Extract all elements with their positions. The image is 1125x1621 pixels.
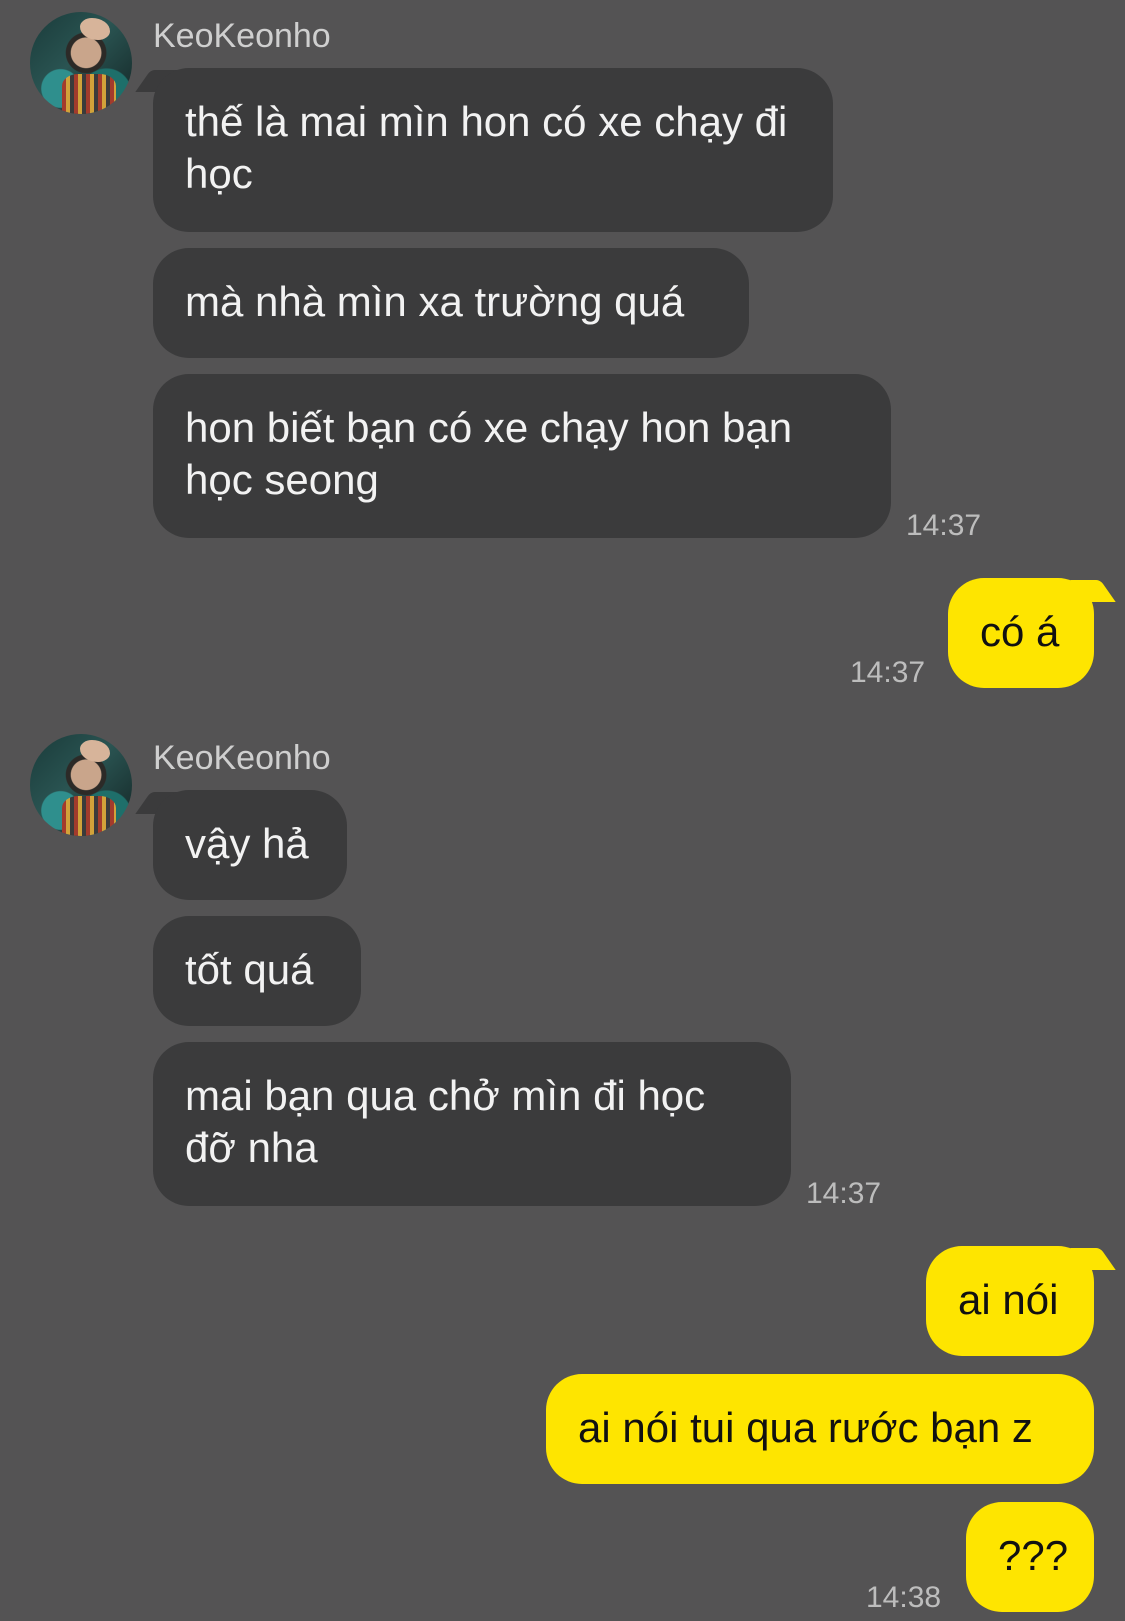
chat-thread[interactable]: KeoKeonho thế là mai mìn hon có xe chạy … bbox=[0, 0, 1125, 1621]
message-timestamp: 14:37 bbox=[850, 656, 926, 689]
avatar[interactable] bbox=[30, 12, 132, 114]
message-bubble-outgoing[interactable]: ??? bbox=[966, 1502, 1094, 1612]
message-bubble-incoming[interactable]: tốt quá bbox=[153, 916, 361, 1026]
message-bubble-outgoing[interactable]: ai nói tui qua rước bạn z bbox=[546, 1374, 1094, 1484]
avatar-photo-detail bbox=[80, 18, 110, 40]
message-timestamp: 14:38 bbox=[866, 1581, 942, 1614]
sender-name[interactable]: KeoKeonho bbox=[153, 16, 331, 56]
message-bubble-incoming[interactable]: mai bạn qua chở mìn đi học đỡ nha bbox=[153, 1042, 791, 1206]
message-timestamp: 14:37 bbox=[906, 509, 982, 542]
message-bubble-outgoing[interactable]: có á bbox=[948, 578, 1094, 688]
avatar-photo-detail bbox=[62, 796, 116, 836]
message-bubble-incoming[interactable]: thế là mai mìn hon có xe chạy đi học bbox=[153, 68, 833, 232]
message-timestamp: 14:37 bbox=[806, 1177, 882, 1210]
avatar-photo-detail bbox=[62, 74, 116, 114]
message-bubble-outgoing[interactable]: ai nói bbox=[926, 1246, 1094, 1356]
message-bubble-incoming[interactable]: mà nhà mìn xa trường quá bbox=[153, 248, 749, 358]
avatar-photo-detail bbox=[80, 740, 110, 762]
message-bubble-incoming[interactable]: hon biết bạn có xe chạy hon bạn học seon… bbox=[153, 374, 891, 538]
avatar[interactable] bbox=[30, 734, 132, 836]
message-bubble-incoming[interactable]: vậy hả bbox=[153, 790, 347, 900]
sender-name[interactable]: KeoKeonho bbox=[153, 738, 331, 778]
